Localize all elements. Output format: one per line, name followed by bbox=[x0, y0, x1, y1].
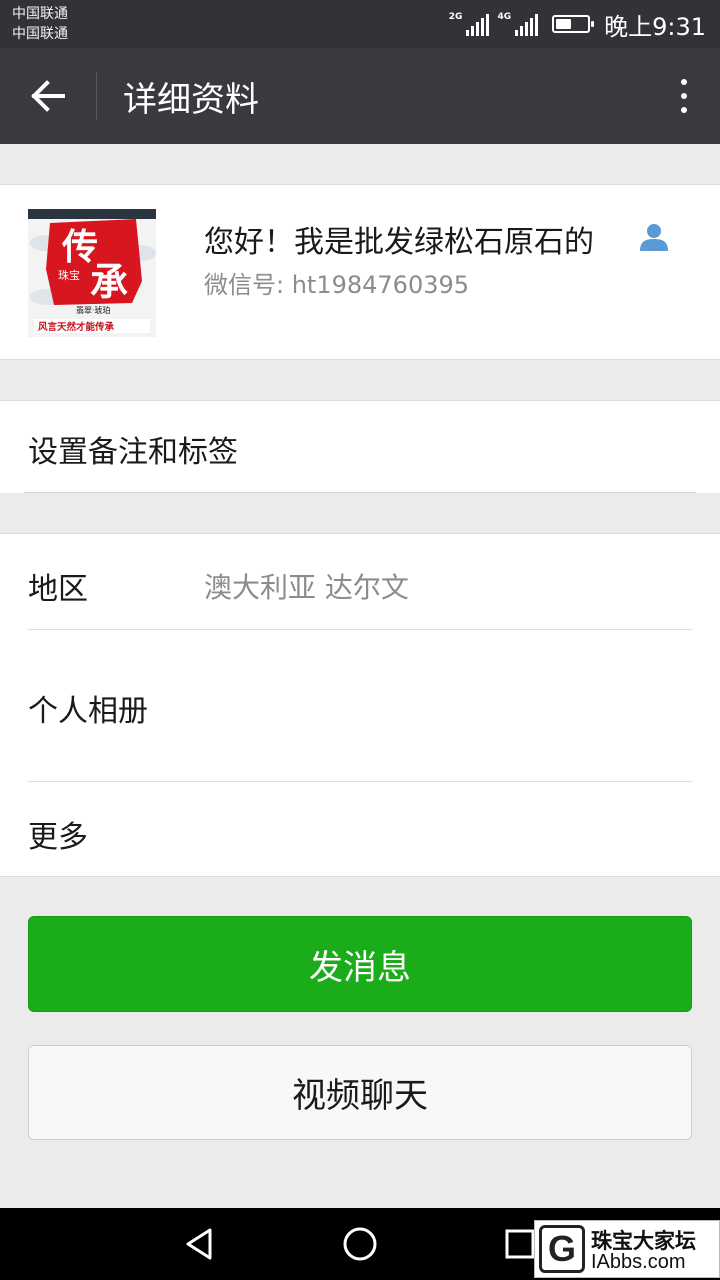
avatar-caption-2: 风言天然才能传承 bbox=[38, 321, 115, 333]
avatar[interactable]: 传 承 珠宝 翡翠·琥珀 风言天然才能传承 bbox=[28, 209, 156, 337]
region-label: 地区 bbox=[28, 572, 88, 607]
watermark-site-url: IAbbs.com bbox=[591, 1251, 686, 1273]
profile-wechat-id: 微信号: ht1984760395 bbox=[204, 271, 470, 299]
info-group: 地区 澳大利亚 达尔文 个人相册 更多 bbox=[0, 533, 720, 877]
region-row: 地区 澳大利亚 达尔文 bbox=[0, 534, 720, 629]
circle-home-icon[interactable] bbox=[340, 1224, 380, 1264]
app-bar-divider bbox=[96, 72, 97, 120]
album-label: 个人相册 bbox=[28, 694, 148, 729]
battery-icon bbox=[552, 15, 595, 33]
send-message-button[interactable]: 发消息 bbox=[28, 916, 692, 1012]
avatar-glyph-small: 珠宝 bbox=[58, 268, 80, 282]
avatar-image: 传 承 珠宝 翡翠·琥珀 风言天然才能传承 bbox=[28, 209, 156, 337]
signal-4g-icon: 4G bbox=[497, 12, 539, 36]
network-type-2g: 2G bbox=[448, 12, 463, 22]
status-time: 晚上9:31 bbox=[604, 12, 706, 41]
signal-2g-icon: 2G bbox=[449, 12, 490, 36]
album-row[interactable]: 个人相册 bbox=[0, 630, 720, 781]
back-button[interactable] bbox=[0, 48, 96, 144]
profile-name: 您好！我是批发绿松石原石的 bbox=[204, 225, 594, 260]
page-title: 详细资料 bbox=[123, 79, 259, 120]
video-chat-button[interactable]: 视频聊天 bbox=[28, 1045, 692, 1140]
set-remark-label: 设置备注和标签 bbox=[28, 435, 238, 470]
carrier-label-1: 中国联通 bbox=[12, 6, 68, 22]
avatar-glyph-2: 承 bbox=[90, 259, 128, 304]
arrow-left-icon bbox=[31, 80, 65, 112]
more-options-button[interactable] bbox=[648, 48, 720, 144]
more-row[interactable]: 更多 bbox=[0, 782, 720, 878]
more-label: 更多 bbox=[28, 820, 88, 855]
watermark-logo: G bbox=[539, 1225, 585, 1273]
avatar-caption-1: 翡翠·琥珀 bbox=[76, 305, 111, 315]
profile-card[interactable]: 传 承 珠宝 翡翠·琥珀 风言天然才能传承 您好！我是批发绿松石原石的 微信号:… bbox=[0, 184, 720, 360]
more-vertical-icon bbox=[681, 79, 687, 85]
status-bar: 中国联通 中国联通 2G 4G 晚上9:31 bbox=[0, 0, 720, 48]
contact-person-icon bbox=[640, 224, 668, 251]
battery-level-fill bbox=[556, 19, 572, 29]
forum-watermark: G 珠宝大家坛 IAbbs.com bbox=[534, 1220, 720, 1278]
carrier-label-2: 中国联通 bbox=[12, 26, 68, 42]
set-remark-row[interactable]: 设置备注和标签 bbox=[0, 400, 720, 493]
carrier-info: 中国联通 中国联通 bbox=[12, 4, 68, 44]
status-indicators: 2G 4G 晚上9:31 bbox=[449, 8, 706, 41]
triangle-back-icon[interactable] bbox=[180, 1224, 220, 1264]
app-bar: 详细资料 bbox=[0, 48, 720, 144]
region-value: 澳大利亚 达尔文 bbox=[204, 571, 409, 604]
network-type-4g: 4G bbox=[497, 12, 512, 22]
